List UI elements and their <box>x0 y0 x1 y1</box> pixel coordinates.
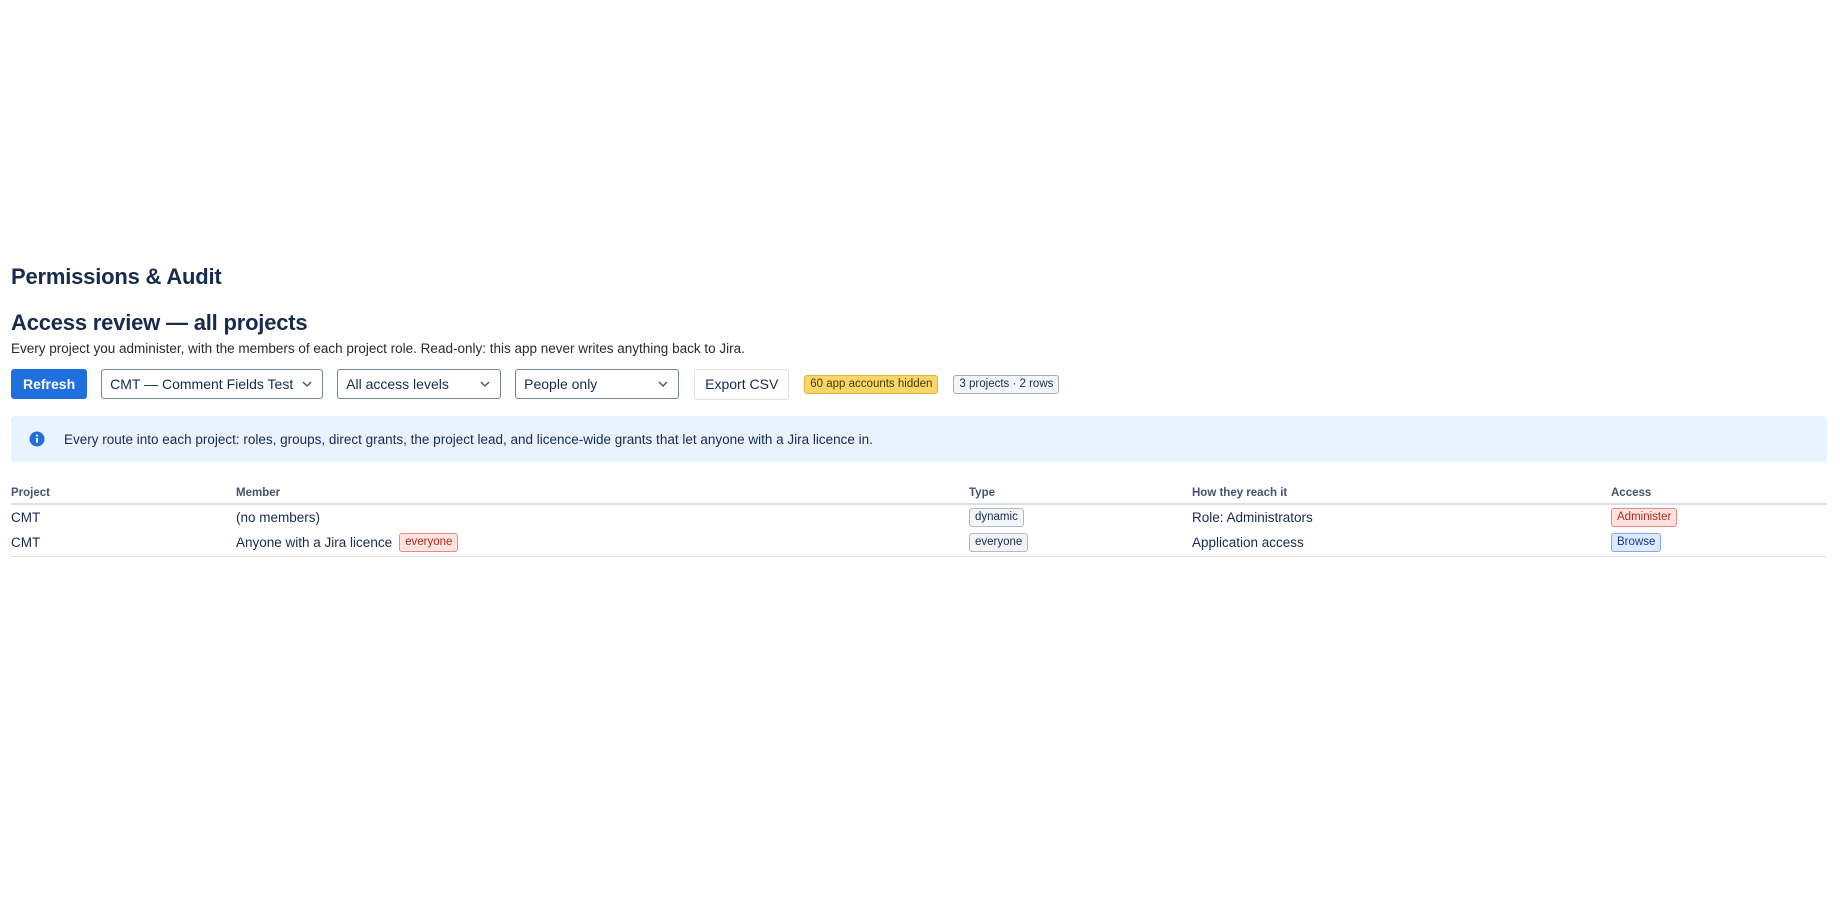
cell-project: CMT <box>11 530 236 557</box>
cell-access: Administer <box>1611 504 1827 530</box>
cell-type: everyone <box>969 530 1192 557</box>
cell-type: dynamic <box>969 504 1192 530</box>
column-header-access[interactable]: Access <box>1611 482 1827 505</box>
table-header-row: Project Member Type How they reach it Ac… <box>11 482 1827 505</box>
cell-access: Browse <box>1611 530 1827 557</box>
type-badge: dynamic <box>969 508 1024 527</box>
export-csv-button[interactable]: Export CSV <box>694 368 790 400</box>
type-badge: everyone <box>969 533 1029 553</box>
project-select-value: CMT — Comment Fields Test <box>110 376 294 392</box>
access-table: Project Member Type How they reach it Ac… <box>11 482 1827 557</box>
member-tag-badge: everyone <box>399 533 459 553</box>
refresh-button[interactable]: Refresh <box>11 369 88 399</box>
column-header-project[interactable]: Project <box>11 482 236 505</box>
access-badge: Administer <box>1611 508 1678 527</box>
member-type-select[interactable]: People only <box>515 369 680 399</box>
cell-route: Role: Administrators <box>1192 510 1313 525</box>
toolbar: Refresh CMT — Comment Fields Test All ac… <box>11 368 1827 400</box>
chevron-down-icon <box>302 381 312 387</box>
chevron-down-icon <box>480 381 490 387</box>
count-badge: 3 projects · 2 rows <box>953 374 1060 394</box>
table-row: CMT Anyone with a Jira licence everyone … <box>11 530 1827 557</box>
column-header-type[interactable]: Type <box>969 482 1192 505</box>
member-name: (no members) <box>236 510 321 525</box>
cell-project: CMT <box>11 510 41 525</box>
member-name: Anyone with a Jira licence <box>236 535 393 551</box>
info-icon <box>29 431 45 447</box>
access-level-select[interactable]: All access levels <box>337 369 502 399</box>
section-title: Access review — all projects <box>11 310 308 335</box>
column-header-route[interactable]: How they reach it <box>1192 482 1611 505</box>
info-banner: Every route into each project: roles, gr… <box>11 416 1827 462</box>
chevron-down-icon <box>658 381 668 387</box>
app-title: Permissions & Audit <box>11 264 222 289</box>
page: Permissions & Audit Access review — all … <box>11 262 1827 557</box>
member-type-select-value: People only <box>524 376 598 392</box>
section-subtitle: Every project you administer, with the m… <box>11 341 745 356</box>
access-badge: Browse <box>1611 533 1662 553</box>
access-level-select-value: All access levels <box>346 376 449 392</box>
cell-member: (no members) <box>236 504 969 530</box>
table-row: CMT (no members) dynamic Role: Administr… <box>11 504 1827 530</box>
info-banner-text: Every route into each project: roles, gr… <box>64 431 873 447</box>
cell-route: Application access <box>1192 530 1611 557</box>
project-select[interactable]: CMT — Comment Fields Test <box>101 369 324 399</box>
cell-member: Anyone with a Jira licence everyone <box>236 530 969 557</box>
column-header-member[interactable]: Member <box>236 482 969 505</box>
hidden-accounts-badge: 60 app accounts hidden <box>804 374 939 394</box>
